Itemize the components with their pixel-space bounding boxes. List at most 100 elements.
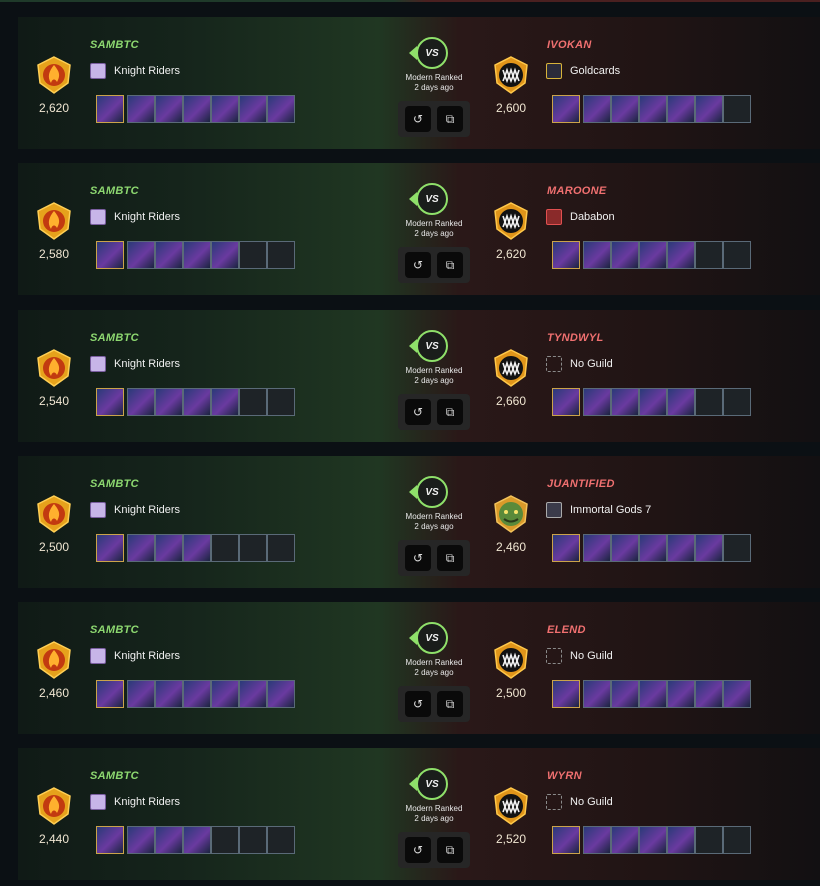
monster-card[interactable] xyxy=(155,95,183,123)
copy-team-button[interactable]: ⧉ xyxy=(437,399,463,425)
monster-card[interactable] xyxy=(155,388,183,416)
monster-card[interactable] xyxy=(611,388,639,416)
monster-card[interactable] xyxy=(583,241,611,269)
monster-card[interactable] xyxy=(211,241,239,269)
monster-card[interactable] xyxy=(667,534,695,562)
monster-card[interactable] xyxy=(127,826,155,854)
monster-card[interactable] xyxy=(211,95,239,123)
guild-info[interactable]: Knight Riders xyxy=(90,502,180,518)
summoner-card[interactable] xyxy=(96,826,124,854)
summoner-card[interactable] xyxy=(552,241,580,269)
copy-team-button[interactable]: ⧉ xyxy=(437,691,463,717)
guild-info[interactable]: No Guild xyxy=(546,794,613,810)
summoner-card[interactable] xyxy=(552,95,580,123)
guild-info[interactable]: Knight Riders xyxy=(90,209,180,225)
monster-card[interactable] xyxy=(723,680,751,708)
monster-card[interactable] xyxy=(183,534,211,562)
monster-card[interactable] xyxy=(583,388,611,416)
monster-card[interactable] xyxy=(155,241,183,269)
monster-card[interactable] xyxy=(239,95,267,123)
player-name[interactable]: SAMBTC xyxy=(90,39,139,51)
monster-card[interactable] xyxy=(583,534,611,562)
monster-card[interactable] xyxy=(639,388,667,416)
replay-button[interactable]: ↺ xyxy=(405,399,431,425)
player-name[interactable]: SAMBTC xyxy=(90,624,139,636)
monster-card[interactable] xyxy=(583,95,611,123)
guild-info[interactable]: Dababon xyxy=(546,209,615,225)
player-name[interactable]: SAMBTC xyxy=(90,770,139,782)
player-name[interactable]: MAROONE xyxy=(547,185,607,197)
monster-card[interactable] xyxy=(183,826,211,854)
summoner-card[interactable] xyxy=(96,388,124,416)
summoner-card[interactable] xyxy=(96,680,124,708)
copy-team-button[interactable]: ⧉ xyxy=(437,545,463,571)
copy-team-button[interactable]: ⧉ xyxy=(437,837,463,863)
monster-card[interactable] xyxy=(583,826,611,854)
monster-card[interactable] xyxy=(639,680,667,708)
player-name[interactable]: IVOKAN xyxy=(547,39,592,51)
player-name[interactable]: TYNDWYL xyxy=(547,332,603,344)
monster-card[interactable] xyxy=(667,95,695,123)
monster-card[interactable] xyxy=(155,680,183,708)
monster-card[interactable] xyxy=(611,95,639,123)
monster-card[interactable] xyxy=(239,680,267,708)
monster-card[interactable] xyxy=(695,95,723,123)
summoner-card[interactable] xyxy=(96,241,124,269)
summoner-card[interactable] xyxy=(552,680,580,708)
monster-card[interactable] xyxy=(183,241,211,269)
monster-card[interactable] xyxy=(155,826,183,854)
monster-card[interactable] xyxy=(183,95,211,123)
summoner-card[interactable] xyxy=(552,826,580,854)
replay-button[interactable]: ↺ xyxy=(405,837,431,863)
monster-card[interactable] xyxy=(267,95,295,123)
player-name[interactable]: SAMBTC xyxy=(90,478,139,490)
guild-info[interactable]: No Guild xyxy=(546,356,613,372)
replay-button[interactable]: ↺ xyxy=(405,106,431,132)
monster-card[interactable] xyxy=(211,680,239,708)
guild-info[interactable]: No Guild xyxy=(546,648,613,664)
player-name[interactable]: SAMBTC xyxy=(90,332,139,344)
monster-card[interactable] xyxy=(611,534,639,562)
monster-card[interactable] xyxy=(667,388,695,416)
monster-card[interactable] xyxy=(639,534,667,562)
monster-card[interactable] xyxy=(183,388,211,416)
monster-card[interactable] xyxy=(155,534,183,562)
guild-info[interactable]: Knight Riders xyxy=(90,794,180,810)
monster-card[interactable] xyxy=(667,826,695,854)
player-name[interactable]: JUANTIFIED xyxy=(547,478,615,490)
monster-card[interactable] xyxy=(611,826,639,854)
player-name[interactable]: ELEND xyxy=(547,624,586,636)
guild-info[interactable]: Knight Riders xyxy=(90,63,180,79)
monster-card[interactable] xyxy=(639,826,667,854)
replay-button[interactable]: ↺ xyxy=(405,545,431,571)
replay-button[interactable]: ↺ xyxy=(405,252,431,278)
guild-info[interactable]: Immortal Gods 7 xyxy=(546,502,651,518)
monster-card[interactable] xyxy=(695,534,723,562)
monster-card[interactable] xyxy=(127,241,155,269)
summoner-card[interactable] xyxy=(96,534,124,562)
monster-card[interactable] xyxy=(639,95,667,123)
replay-button[interactable]: ↺ xyxy=(405,691,431,717)
monster-card[interactable] xyxy=(583,680,611,708)
player-name[interactable]: WYRN xyxy=(547,770,582,782)
player-name[interactable]: SAMBTC xyxy=(90,185,139,197)
monster-card[interactable] xyxy=(611,680,639,708)
monster-card[interactable] xyxy=(667,680,695,708)
guild-info[interactable]: Goldcards xyxy=(546,63,620,79)
copy-team-button[interactable]: ⧉ xyxy=(437,106,463,132)
summoner-card[interactable] xyxy=(96,95,124,123)
monster-card[interactable] xyxy=(211,388,239,416)
monster-card[interactable] xyxy=(611,241,639,269)
monster-card[interactable] xyxy=(267,680,295,708)
summoner-card[interactable] xyxy=(552,388,580,416)
monster-card[interactable] xyxy=(639,241,667,269)
monster-card[interactable] xyxy=(127,680,155,708)
monster-card[interactable] xyxy=(667,241,695,269)
guild-info[interactable]: Knight Riders xyxy=(90,648,180,664)
monster-card[interactable] xyxy=(127,388,155,416)
copy-team-button[interactable]: ⧉ xyxy=(437,252,463,278)
summoner-card[interactable] xyxy=(552,534,580,562)
monster-card[interactable] xyxy=(695,680,723,708)
monster-card[interactable] xyxy=(127,534,155,562)
monster-card[interactable] xyxy=(183,680,211,708)
